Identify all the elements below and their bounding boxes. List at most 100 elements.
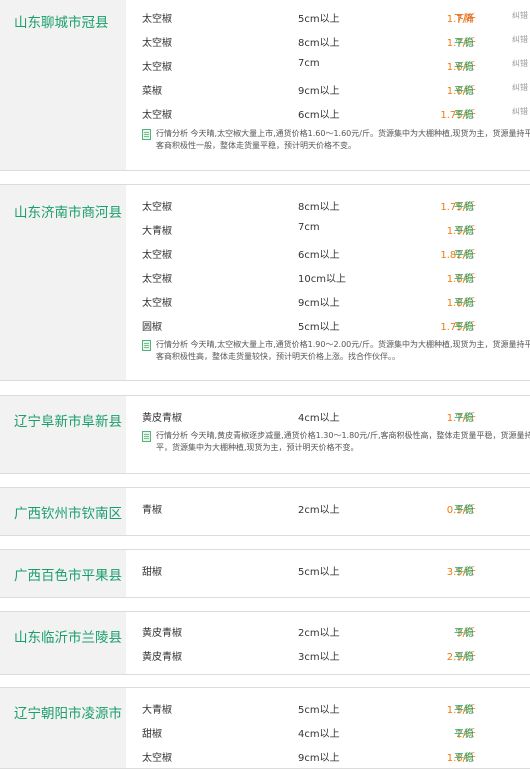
- price-row: 太空椒 8cm以上 1.75/斤 平稳: [126, 193, 530, 217]
- report-error-link[interactable]: 纠错: [512, 106, 528, 117]
- spec: 4cm以上: [298, 729, 340, 740]
- spec: 2cm以上: [298, 505, 340, 516]
- spec: 8cm以上: [298, 202, 340, 213]
- trend: 平稳: [454, 110, 474, 121]
- location-name[interactable]: 山东济南市商河县: [14, 201, 122, 221]
- price-row: 太空椒 6cm以上 1.75/斤 平稳 纠错: [126, 101, 530, 125]
- price-row: 太空椒 8cm以上 1.7/斤 平稳 纠错: [126, 29, 530, 53]
- price-row: 太空椒 9cm以上 1.8/斤 平稳: [126, 744, 530, 768]
- variety: 大青椒: [142, 226, 172, 237]
- price-row: 圆椒 5cm以上 1.75/斤 平稳: [126, 313, 530, 337]
- spec: 5cm以上: [298, 322, 340, 333]
- price-row: 黄皮青椒 4cm以上 1.7/斤 平稳: [126, 404, 530, 428]
- trend: 平稳: [454, 38, 474, 49]
- variety: 甜椒: [142, 567, 162, 578]
- analysis-text: 行情分析 今天晴,黄皮青椒逐步减量,通货价格1.30～1.80元/斤,客商积极性…: [156, 431, 530, 452]
- trend: 平稳: [454, 274, 474, 285]
- variety: 太空椒: [142, 62, 172, 73]
- variety: 大青椒: [142, 705, 172, 716]
- variety: 黄皮青椒: [142, 628, 182, 639]
- variety: 太空椒: [142, 110, 172, 121]
- price-row: 太空椒 5cm以上 1.7/斤 下降 纠错: [126, 5, 530, 29]
- trend: 平稳: [454, 567, 474, 578]
- trend: 平稳: [454, 86, 474, 97]
- spec: 9cm以上: [298, 753, 340, 764]
- location-name[interactable]: 辽宁阜新市阜新县: [14, 410, 122, 430]
- spec: 5cm以上: [298, 705, 340, 716]
- trend: 下降: [454, 14, 474, 25]
- location-name[interactable]: 辽宁朝阳市凌源市: [14, 702, 122, 722]
- market-analysis: 行情分析 今天晴,太空椒大量上市,通货价格1.60～1.60元/斤。货源集中为大…: [142, 128, 530, 152]
- market-block: 广西钦州市钦南区 青椒 2cm以上 0.5/斤 平稳: [0, 487, 530, 536]
- spec: 4cm以上: [298, 413, 340, 424]
- variety: 太空椒: [142, 298, 172, 309]
- variety: 太空椒: [142, 250, 172, 261]
- price-row: 太空椒 7cm 1.6/斤 平稳 纠错: [126, 53, 530, 77]
- report-error-link[interactable]: 纠错: [512, 34, 528, 45]
- price-row: 黄皮青椒 3cm以上 2.9/斤 平稳: [126, 643, 530, 667]
- spec: 6cm以上: [298, 250, 340, 261]
- spec: 7cm: [298, 222, 320, 233]
- market-block: 山东临沂市兰陵县 黄皮青椒 2cm以上 3/斤 平稳 黄皮青椒 3cm以上 2.9/斤 平稳: [0, 611, 530, 675]
- market-analysis: 行情分析 今天晴,黄皮青椒逐步减量,通货价格1.30～1.80元/斤,客商积极性…: [142, 430, 530, 454]
- price-row: 大青椒 5cm以上 1.5/斤 平稳: [126, 696, 530, 720]
- price-row: 大青椒 7cm 1.9/斤 平稳: [126, 217, 530, 241]
- trend: 平稳: [454, 62, 474, 73]
- location-name[interactable]: 山东临沂市兰陵县: [14, 626, 122, 646]
- price-row: 甜椒 4cm以上 2/斤 平稳: [126, 720, 530, 744]
- spec: 9cm以上: [298, 298, 340, 309]
- market-block: 广西百色市平果县 甜椒 5cm以上 3.5/斤 平稳: [0, 549, 530, 598]
- spec: 10cm以上: [298, 274, 346, 285]
- location-cell: 山东济南市商河县: [0, 185, 126, 380]
- variety: 黄皮青椒: [142, 413, 182, 424]
- analysis-text: 行情分析 今天晴,太空椒大量上市,通货价格1.60～1.60元/斤。货源集中为大…: [156, 129, 530, 150]
- trend: 平稳: [454, 729, 474, 740]
- market-block: 辽宁朝阳市凌源市 大青椒 5cm以上 1.5/斤 平稳 甜椒 4cm以上 2/斤 平稳 太空椒 9c…: [0, 687, 530, 769]
- price-row: 青椒 2cm以上 0.5/斤 平稳: [126, 496, 530, 520]
- spec: 7cm: [298, 58, 320, 69]
- variety: 太空椒: [142, 202, 172, 213]
- spec: 3cm以上: [298, 652, 340, 663]
- report-error-link[interactable]: 纠错: [512, 82, 528, 93]
- spec: 6cm以上: [298, 110, 340, 121]
- price-row: 黄皮青椒 2cm以上 3/斤 平稳: [126, 619, 530, 643]
- trend: 平稳: [454, 298, 474, 309]
- trend: 平稳: [454, 505, 474, 516]
- variety: 甜椒: [142, 729, 162, 740]
- variety: 太空椒: [142, 753, 172, 764]
- variety: 菜椒: [142, 86, 162, 97]
- price-row: 菜椒 9cm以上 1.6/斤 平稳 纠错: [126, 77, 530, 101]
- variety: 青椒: [142, 505, 162, 516]
- report-error-link[interactable]: 纠错: [512, 58, 528, 69]
- trend: 平稳: [454, 652, 474, 663]
- location-name[interactable]: 广西钦州市钦南区: [14, 502, 122, 522]
- trend: 平稳: [454, 250, 474, 261]
- trend: 平稳: [454, 753, 474, 764]
- variety: 太空椒: [142, 14, 172, 25]
- price-row: 太空椒 10cm以上 1.8/斤 平稳: [126, 265, 530, 289]
- trend: 平稳: [454, 705, 474, 716]
- trend: 平稳: [454, 413, 474, 424]
- price-row: 甜椒 5cm以上 3.5/斤 平稳: [126, 558, 530, 582]
- trend: 平稳: [454, 322, 474, 333]
- spec: 2cm以上: [298, 628, 340, 639]
- trend: 平稳: [454, 226, 474, 237]
- market-block: 山东聊城市冠县 太空椒 5cm以上 1.7/斤 下降 纠错 太空椒 8cm以上 1.7/斤 平稳纠…: [0, 0, 530, 171]
- variety: 太空椒: [142, 274, 172, 285]
- location-cell: 广西百色市平果县: [0, 550, 126, 597]
- location-cell: 广西钦州市钦南区: [0, 488, 126, 535]
- spec: 5cm以上: [298, 567, 340, 578]
- market-block: 山东济南市商河县 太空椒 8cm以上 1.75/斤 平稳 大青椒 7cm 1.9/斤 平稳 太空椒…: [0, 184, 530, 381]
- market-block: 辽宁阜新市阜新县 黄皮青椒 4cm以上 1.7/斤 平稳 行情分析 今天晴,黄皮青椒逐步减…: [0, 395, 530, 474]
- analysis-text: 行情分析 今天晴,太空椒大量上市,通货价格1.90～2.00元/斤。货源集中为大…: [156, 340, 530, 361]
- variety: 太空椒: [142, 38, 172, 49]
- location-cell: 山东临沂市兰陵县: [0, 612, 126, 674]
- location-cell: 山东聊城市冠县: [0, 0, 126, 170]
- report-error-link[interactable]: 纠错: [512, 10, 528, 21]
- location-cell: 辽宁朝阳市凌源市: [0, 688, 126, 768]
- trend: 平稳: [454, 202, 474, 213]
- spec: 8cm以上: [298, 38, 340, 49]
- location-name[interactable]: 山东聊城市冠县: [14, 11, 109, 31]
- location-name[interactable]: 广西百色市平果县: [14, 564, 122, 584]
- spec: 5cm以上: [298, 14, 340, 25]
